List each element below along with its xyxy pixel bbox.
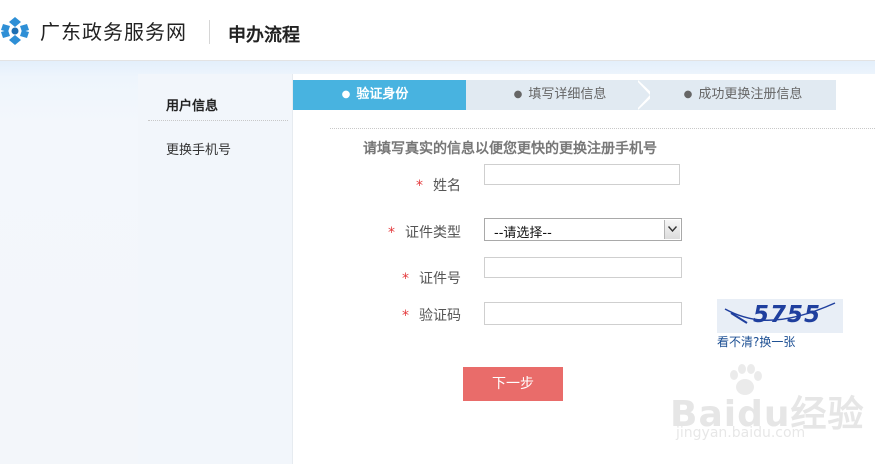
required-mark: * [402,271,409,287]
id-number-input[interactable] [484,257,682,278]
name-label-text: 姓名 [433,178,461,194]
step-verify-identity: ● 验证身份 [293,80,473,110]
next-button[interactable]: 下一步 [463,367,563,401]
id-number-label-text: 证件号 [419,271,461,287]
sidebar-divider [148,120,288,121]
captcha-text: 5755 [753,302,822,328]
captcha-input[interactable] [484,302,682,325]
step-bullet-icon: ● [683,89,693,100]
baidu-watermark: Baidu经验 jingyan.baidu.com [670,364,870,445]
section-divider [330,128,875,129]
id-type-label-text: 证件类型 [405,225,461,241]
id-type-select[interactable]: --请选择-- [484,218,682,241]
form-instruction: 请填写真实的信息以便您更快的更换注册手机号 [363,141,657,157]
step-label: 填写详细信息 [528,87,607,102]
required-mark: * [402,308,409,324]
page-title: 申办流程 [228,25,300,46]
id-type-label: * 证件类型 [388,222,461,242]
captcha-label-text: 验证码 [419,308,461,324]
captcha-refresh-link[interactable]: 看不清?换一张 [717,333,795,350]
select-dropdown-button[interactable] [664,220,680,239]
chevron-down-icon [668,226,677,232]
step-success: ● 成功更换注册信息 [650,80,836,110]
sidebar: 用户信息 更换手机号 [138,74,293,464]
step-label: 成功更换注册信息 [698,87,803,102]
step-fill-details: ● 填写详细信息 [466,80,654,110]
name-label: * 姓名 [416,175,461,195]
page-header: 广东政务服务网 申办流程 [0,0,875,61]
guangdong-logo-icon [1,17,29,45]
id-type-selected: --请选择-- [494,226,552,241]
required-mark: * [388,225,395,241]
name-input[interactable] [484,164,680,185]
captcha-label: * 验证码 [402,305,461,325]
required-mark: * [416,178,423,194]
watermark-url: jingyan.baidu.com [676,425,806,441]
sidebar-item-user-info[interactable]: 用户信息 [166,95,218,114]
step-bullet-icon: ● [513,89,523,100]
id-number-label: * 证件号 [402,268,461,288]
step-label: 验证身份 [356,87,409,102]
site-name[interactable]: 广东政务服务网 [40,16,187,45]
captcha-image[interactable]: 5755 [717,299,843,333]
sidebar-item-change-phone[interactable]: 更换手机号 [166,139,231,158]
step-bullet-icon: ● [341,89,351,100]
header-divider [209,20,210,44]
